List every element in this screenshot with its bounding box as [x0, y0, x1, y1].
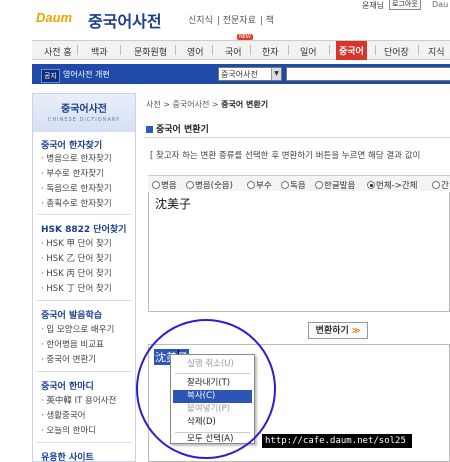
- tab-hanja[interactable]: 한자: [262, 45, 279, 58]
- breadcrumb-current: 중국어 변환기: [221, 100, 269, 109]
- sidebar-item-hsk-bing[interactable]: · HSK 丙 단어 찾기: [41, 267, 112, 279]
- sidebar-item-hsk-ding[interactable]: · HSK 丁 단어 찾기: [41, 282, 112, 294]
- sidebar-item-hsk-yi[interactable]: · HSK 乙 단어 찾기: [41, 252, 112, 264]
- sub-links: 신지식 | 전문자료 | 책: [188, 16, 275, 26]
- page-title: 중국어 변환기: [146, 122, 209, 135]
- service-title[interactable]: 중국어사전: [88, 8, 162, 32]
- input-textarea[interactable]: 沈美子: [148, 192, 450, 312]
- daum-logo[interactable]: Daum: [36, 9, 72, 27]
- sidebar-item-pinyin-table[interactable]: · 한어병음 비교표: [41, 338, 104, 350]
- main-nav: 사전 홈 백과 문화원형 영어 NEW 국어 한자 일어 중국어 단어장 지식: [32, 34, 450, 60]
- user-name: 윤재님: [362, 1, 385, 10]
- logout-button[interactable]: 로그아웃: [389, 0, 421, 10]
- sublink-knowledge[interactable]: 신지식: [188, 16, 213, 26]
- sidebar-item-it-terms[interactable]: · 英中韓 IT 용어사전: [41, 394, 116, 406]
- menu-item-copy[interactable]: 복사(C): [173, 390, 252, 403]
- sublink-books[interactable]: 책: [266, 16, 274, 26]
- section-phrases[interactable]: 중국어 한마디: [41, 379, 94, 392]
- section-useful-sites[interactable]: 유용한 사이트: [41, 450, 94, 462]
- context-menu: 실행 취소(U) 잘라내기(T) 복사(C) 붙여넣기(P) 삭제(D) 모두 …: [170, 354, 255, 444]
- convert-button[interactable]: 변환하기 ≫: [308, 322, 368, 339]
- radio-pinyin-number[interactable]: 병음(숫음): [186, 179, 233, 191]
- sidebar-item-pinyin-search[interactable]: · 병음으로 한자찾기: [41, 152, 112, 164]
- breadcrumb-path[interactable]: 사전 > 중국어사전 >: [146, 100, 221, 109]
- notice-badge: 공지: [41, 69, 60, 83]
- menu-item-paste[interactable]: 붙여넣기(P): [173, 403, 252, 416]
- input-text: 沈美子: [155, 197, 192, 211]
- menu-item-select-all[interactable]: 모두 선택(A): [173, 433, 252, 446]
- daum-link-cut[interactable]: Dau: [432, 0, 448, 9]
- tab-chinese[interactable]: 중국어: [336, 41, 367, 60]
- notice-link[interactable]: 영어사전 개편: [63, 69, 110, 80]
- sidebar-item-reading-search[interactable]: · 독음으로 한자찾기: [41, 182, 112, 194]
- sidebar-item-hsk-jia[interactable]: · HSK 甲 단어 찾기: [41, 237, 112, 249]
- instruction-text: [ 찾고자 하는 변환 종류를 선택한 후 변환하기 버튼을 누르면 해당 결과…: [150, 151, 421, 161]
- radio-simp[interactable]: 간: [432, 179, 449, 191]
- menu-item-delete[interactable]: 삭제(D): [173, 416, 252, 429]
- sidebar-subtitle: CHINESE DICTIONARY: [47, 117, 121, 123]
- section-hsk[interactable]: HSK 8822 단어찾기: [41, 222, 126, 235]
- sublink-expert[interactable]: 전문자료: [223, 16, 256, 26]
- new-badge: NEW: [237, 34, 253, 40]
- breadcrumb: 사전 > 중국어사전 > 중국어 변환기: [146, 99, 268, 110]
- radio-radical[interactable]: 부수: [247, 179, 272, 191]
- menu-item-cut[interactable]: 잘라내기(T): [173, 377, 252, 390]
- tab-japanese[interactable]: 일어: [300, 45, 317, 58]
- chevron-down-icon[interactable]: ▼: [271, 68, 281, 80]
- radio-hangul[interactable]: 한글발음: [315, 179, 355, 191]
- tab-knowledge[interactable]: 지식: [428, 45, 445, 58]
- radio-trad-to-simp[interactable]: 번체->간체: [367, 179, 417, 191]
- sidebar-item-radical-search[interactable]: · 부수로 한자찾기: [41, 167, 104, 179]
- sidebar: 중국어사전 CHINESE DICTIONARY 중국어 한자찾기 · 병음으로…: [32, 93, 136, 462]
- sidebar-item-daily-chinese[interactable]: · 생활중국어: [41, 409, 86, 421]
- watermark-url: http://cafe.daum.net/sol25: [262, 434, 412, 448]
- tab-english[interactable]: 영어: [187, 45, 204, 58]
- sidebar-title: 중국어사전: [61, 104, 107, 115]
- search-category-select[interactable]: 중국어사전 ▼: [218, 67, 282, 81]
- sidebar-item-stroke-search[interactable]: · 총획수로 한자찾기: [41, 197, 112, 209]
- search-input[interactable]: [286, 67, 450, 81]
- section-hanja-search[interactable]: 중국어 한자찾기: [41, 138, 102, 151]
- sidebar-item-converter[interactable]: · 중국어 변환기: [41, 353, 96, 365]
- radio-reading[interactable]: 독음: [281, 179, 306, 191]
- top-header: Daum 중국어사전 신지식 | 전문자료 | 책 윤재님 로그아웃 Dau: [0, 0, 450, 38]
- radio-pinyin[interactable]: 병음: [152, 179, 177, 191]
- conversion-type-radios: 병음 병음(숫음) 부수 독음 한글발음 번체->간체 간: [148, 175, 450, 191]
- sidebar-item-today-phrase[interactable]: · 오늘의 한마디: [41, 424, 96, 436]
- tab-dict-home[interactable]: 사전 홈: [44, 45, 72, 58]
- sidebar-item-mouth-shape[interactable]: · 입 모양으로 배우기: [41, 323, 114, 335]
- sidebar-header: 중국어사전 CHINESE DICTIONARY: [33, 94, 135, 132]
- title-bullet-icon: [146, 126, 153, 133]
- tab-encyclopedia[interactable]: 백과: [91, 45, 108, 58]
- notice-bar: 공지 영어사전 개편 중국어사전 ▼: [32, 64, 450, 84]
- chevron-down-icon: ≫: [351, 326, 361, 335]
- tab-korean[interactable]: 국어: [225, 45, 242, 58]
- menu-item-undo[interactable]: 실행 취소(U): [173, 358, 252, 371]
- section-pronunciation[interactable]: 중국어 발음학습: [41, 308, 102, 321]
- tab-culture[interactable]: 문화원형: [134, 45, 167, 58]
- tab-wordbook[interactable]: 단어장: [384, 45, 409, 58]
